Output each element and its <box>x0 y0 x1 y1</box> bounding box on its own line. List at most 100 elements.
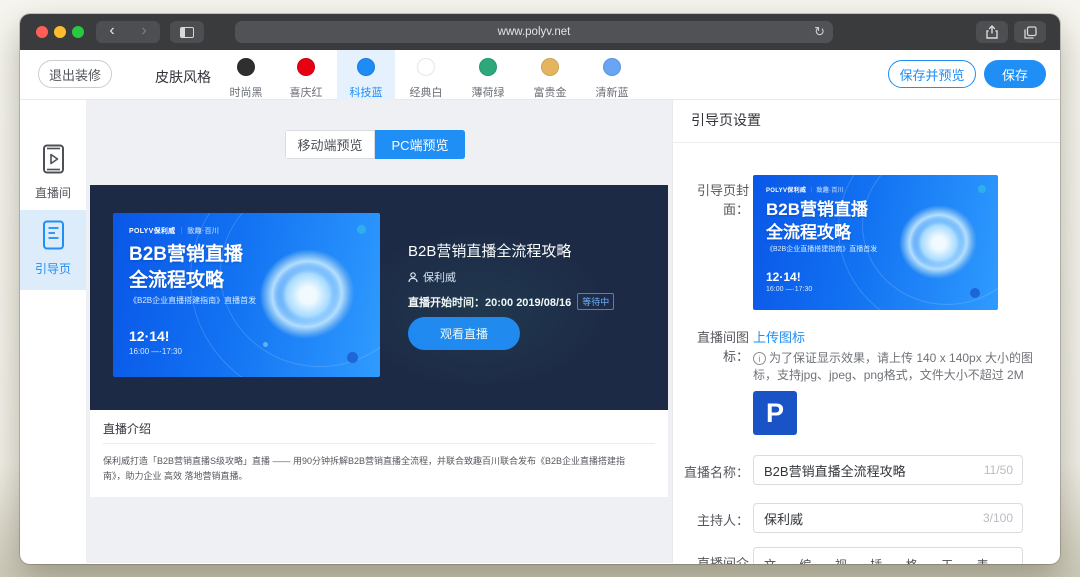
live-name-input[interactable]: B2B营销直播全流程攻略 11/50 <box>753 455 1023 485</box>
char-counter: 3/100 <box>983 511 1013 525</box>
module-sidebar: 直播间 引导页 <box>20 100 86 563</box>
color-dot <box>417 58 435 76</box>
decor-dot <box>347 352 358 363</box>
banner-date: 12·14! <box>129 328 169 344</box>
skin-swatch-tech-blue-selected[interactable]: 科技蓝 <box>337 50 395 100</box>
swatch-label: 清新蓝 <box>583 84 641 100</box>
decor-dot <box>970 288 980 298</box>
room-intro-input[interactable]: 文件 编辑 视图 插入 格式 工具 表格 <box>753 547 1023 564</box>
host-label: 主持人： <box>673 510 749 529</box>
swatch-label: 薄荷绿 <box>459 84 517 100</box>
sidebar-icon <box>180 27 194 38</box>
banner-time: 16:00 —·17:30 <box>766 286 812 293</box>
partner-logo-text: 致趣·百川 <box>187 228 219 235</box>
close-window-button[interactable] <box>36 26 48 38</box>
swatch-label: 喜庆红 <box>277 84 335 100</box>
live-name-value: B2B营销直播全流程攻略 <box>764 461 906 480</box>
sidebar-item-label: 引导页 <box>20 260 86 277</box>
skin-swatch-gold[interactable]: 富贵金 <box>521 50 579 100</box>
swatch-label: 时尚黑 <box>217 84 275 100</box>
upload-icon-link[interactable]: 上传图标 <box>753 327 805 346</box>
swatch-label: 富贵金 <box>521 84 579 100</box>
tab-pc-preview[interactable]: PC端预览 <box>375 130 465 159</box>
room-intro-label: 直播间介绍： <box>673 553 749 564</box>
url-text: www.polyv.net <box>498 26 571 38</box>
3d-ring-graphic <box>888 195 988 289</box>
banner-time: 16:00 —·17:30 <box>129 347 182 356</box>
exit-decoration-button[interactable]: 退出装修 <box>38 60 112 88</box>
banner-subtitle: 《B2B企业直播搭建指南》直播首发 <box>766 244 877 254</box>
nav-button-group: ‹ › <box>96 21 160 43</box>
sidebar-toggle-button[interactable] <box>170 21 204 43</box>
color-dot <box>297 58 315 76</box>
landing-page-settings-panel: 引导页设置 引导页封面： POLYV保利威 ｜ 致趣·百川 <box>672 100 1060 563</box>
live-banner-image: POLYV保利威 ｜ 致趣·百川 B2B营销直播 全流程攻略 《B2B企业直播搭… <box>113 213 380 377</box>
live-host-name: 保利威 <box>423 269 456 285</box>
tab-mobile-preview[interactable]: 移动端预览 <box>285 130 375 159</box>
sidebar-item-live-room[interactable]: 直播间 <box>20 134 86 212</box>
skin-swatch-white[interactable]: 经典白 <box>397 50 455 100</box>
back-button[interactable]: ‹ <box>96 21 128 43</box>
room-icon-label: 直播间图标： <box>673 327 749 365</box>
polyv-logo-text: POLYV保利威 <box>766 188 806 194</box>
share-button[interactable] <box>976 21 1008 43</box>
cover-label: 引导页封面： <box>673 180 749 218</box>
cover-thumbnail[interactable]: POLYV保利威 ｜ 致趣·百川 B2B营销直播 全流程攻略 《B2B企业直播搭… <box>753 175 998 310</box>
sidebar-item-landing-page[interactable]: 引导页 <box>20 210 86 290</box>
person-icon <box>408 272 418 283</box>
settings-header: 引导页设置 <box>691 110 761 130</box>
save-and-preview-button[interactable]: 保存并预览 <box>888 60 976 88</box>
host-input[interactable]: 保利威 3/100 <box>753 503 1023 533</box>
address-bar[interactable]: www.polyv.net ↻ <box>235 21 833 43</box>
live-start-time-row: 直播开始时间：20:00 2019/08/16 等待中 <box>408 293 614 310</box>
skin-swatch-fresh-blue[interactable]: 清新蓝 <box>583 50 641 100</box>
banner-date: 12·14! <box>766 270 801 284</box>
banner-title-line2: 全流程攻略 <box>129 265 224 292</box>
live-host-row: 保利威 <box>408 269 456 285</box>
host-value: 保利威 <box>764 509 803 528</box>
refresh-icon[interactable]: ↻ <box>814 24 825 40</box>
preview-area: 移动端预览 PC端预览 POLY <box>86 100 672 563</box>
info-icon: i <box>753 352 766 365</box>
tab-overview-button[interactable] <box>1014 21 1046 43</box>
zoom-window-button[interactable] <box>72 26 84 38</box>
landing-page-preview-card: POLYV保利威 ｜ 致趣·百川 B2B营销直播 全流程攻略 《B2B企业直播搭… <box>90 185 668 410</box>
color-dot <box>541 58 559 76</box>
decoration-toolbar: 退出装修 皮肤风格 时尚黑 喜庆红 科技蓝 经典白 薄荷绿 <box>20 50 1060 100</box>
live-title: B2B营销直播全流程攻略 <box>408 240 571 261</box>
live-intro-heading: 直播介绍 <box>103 420 151 437</box>
sidebar-item-label: 直播间 <box>20 184 86 201</box>
desktop-background: ‹ › www.polyv.net ↻ <box>0 0 1080 577</box>
color-dot <box>479 58 497 76</box>
live-intro-card: 直播介绍 保利威打造「B2B营销直播S级攻略」直播 —— 用90分钟拆解B2B营… <box>90 410 668 497</box>
forward-button[interactable]: › <box>128 21 160 43</box>
uploaded-room-icon-preview[interactable]: P <box>753 391 797 435</box>
preview-mode-tabs: 移动端预览 PC端预览 <box>285 130 465 159</box>
color-dot <box>237 58 255 76</box>
minimize-window-button[interactable] <box>54 26 66 38</box>
banner-title-line1: B2B营销直播 <box>766 195 868 220</box>
color-dot <box>357 58 375 76</box>
skin-swatch-red[interactable]: 喜庆红 <box>277 50 335 100</box>
skin-style-label: 皮肤风格 <box>155 67 211 87</box>
char-counter: 11/50 <box>984 463 1013 477</box>
skin-swatch-mint-green[interactable]: 薄荷绿 <box>459 50 517 100</box>
browser-chrome: ‹ › www.polyv.net ↻ <box>20 14 1060 50</box>
main-area: 直播间 引导页 移动端预览 PC端预览 <box>20 100 1060 563</box>
swatch-label: 经典白 <box>397 84 455 100</box>
save-button[interactable]: 保存 <box>984 60 1046 88</box>
tabs-icon <box>1024 26 1037 39</box>
color-dot <box>603 58 621 76</box>
divider <box>673 142 1060 143</box>
banner-title-line1: B2B营销直播 <box>129 239 243 266</box>
divider <box>103 443 655 444</box>
watch-live-button[interactable]: 观看直播 <box>408 317 520 350</box>
banner-title-line2: 全流程攻略 <box>766 218 851 243</box>
banner-logo-row: POLYV保利威 ｜ 致趣·百川 <box>129 226 219 236</box>
skin-swatch-black[interactable]: 时尚黑 <box>217 50 275 100</box>
polyv-logo-text: POLYV保利威 <box>129 228 176 235</box>
decor-dot <box>978 185 986 193</box>
landing-page-document-icon <box>40 220 67 250</box>
partner-logo-text: 致趣·百川 <box>816 188 844 194</box>
live-room-player-icon <box>40 144 67 174</box>
